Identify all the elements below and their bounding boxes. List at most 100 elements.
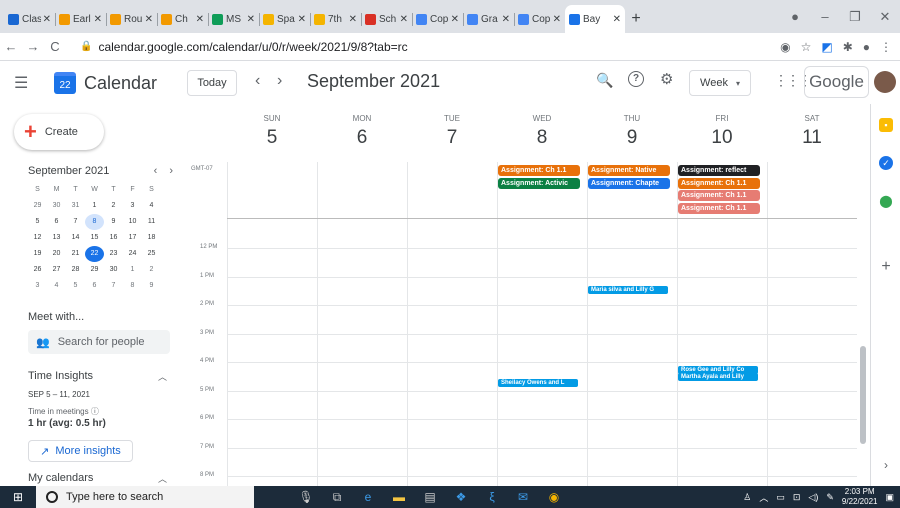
mini-day[interactable]: 18	[142, 230, 161, 246]
mini-day[interactable]: 1	[85, 198, 104, 214]
mini-day[interactable]: 23	[104, 246, 123, 262]
mini-day[interactable]: 19	[28, 246, 47, 262]
windows-start-icon[interactable]: ⊞	[0, 490, 36, 504]
mini-day[interactable]: 1	[123, 262, 142, 278]
mini-day[interactable]: 8	[123, 278, 142, 294]
next-week-icon[interactable]: ›	[277, 72, 282, 90]
tab-close-icon[interactable]: ✕	[94, 14, 102, 25]
tab-close-icon[interactable]: ✕	[553, 14, 561, 25]
mini-day[interactable]: 6	[47, 214, 66, 230]
close-window-button[interactable]: ✕	[870, 9, 900, 25]
mini-day[interactable]: 21	[66, 246, 85, 262]
expand-panel-icon[interactable]: ›	[879, 458, 893, 472]
mini-day[interactable]: 30	[104, 262, 123, 278]
calendar-event[interactable]: Assignment: Ch 1.1	[498, 165, 580, 176]
add-addon-icon[interactable]: +	[879, 259, 893, 275]
browser-tab[interactable]: 7th ✕	[310, 5, 361, 33]
browser-tab[interactable]: Cop ✕	[514, 5, 565, 33]
mini-day[interactable]: 28	[66, 262, 85, 278]
tab-close-icon[interactable]: ✕	[298, 14, 306, 25]
mini-day[interactable]: 5	[66, 278, 85, 294]
day-header[interactable]: THU 9	[587, 104, 677, 149]
vscode-icon[interactable]: ξ	[484, 490, 500, 504]
tab-close-icon[interactable]: ✕	[196, 14, 204, 25]
tab-close-icon[interactable]: ✕	[349, 14, 357, 25]
browser-tab[interactable]: Cop ✕	[412, 5, 463, 33]
tab-close-icon[interactable]: ✕	[451, 14, 459, 25]
url-field[interactable]: 🔒 calendar.google.com/calendar/u/0/r/wee…	[72, 36, 702, 58]
back-icon[interactable]: ←	[0, 39, 22, 54]
store-icon[interactable]: ▤	[422, 490, 438, 504]
mini-prev-icon[interactable]: ‹	[154, 165, 158, 177]
browser-tab[interactable]: Ch ✕	[157, 5, 208, 33]
microphone-icon[interactable]: 🎙	[298, 490, 314, 504]
mini-day[interactable]: 31	[66, 198, 85, 214]
day-number[interactable]: 7	[407, 127, 497, 149]
dropbox-icon[interactable]: ❖	[453, 490, 469, 504]
mini-day[interactable]: 29	[28, 198, 47, 214]
mini-day[interactable]: 30	[47, 198, 66, 214]
notifications-icon[interactable]: ▣	[885, 492, 894, 503]
browser-tab[interactable]: Spa ✕	[259, 5, 310, 33]
day-number[interactable]: 8	[497, 127, 587, 149]
mini-day[interactable]: 14	[66, 230, 85, 246]
day-number[interactable]: 5	[227, 127, 317, 149]
calendar-event[interactable]: Assignment: Native	[588, 165, 670, 176]
mini-day[interactable]: 20	[47, 246, 66, 262]
info-icon[interactable]: ⓘ	[91, 407, 99, 416]
mini-day[interactable]: 8	[85, 214, 104, 230]
tab-close-icon[interactable]: ✕	[613, 14, 621, 25]
mini-day[interactable]: 6	[85, 278, 104, 294]
calendar-event[interactable]: Assignment: Ch 1.1	[678, 202, 760, 214]
browser-tab[interactable]: Clas ✕	[4, 5, 55, 33]
day-header[interactable]: TUE 7	[407, 104, 497, 149]
people-tray-icon[interactable]: ♙	[743, 492, 751, 503]
pen-icon[interactable]: ✎	[826, 492, 834, 503]
tab-close-icon[interactable]: ✕	[502, 14, 510, 25]
bookmark-star-icon[interactable]: ☆	[801, 40, 812, 54]
tab-close-icon[interactable]: ✕	[247, 14, 255, 25]
mini-day[interactable]: 3	[28, 278, 47, 294]
help-icon[interactable]: ?	[628, 71, 644, 87]
previous-week-icon[interactable]: ‹	[255, 72, 260, 90]
main-menu-icon[interactable]: ☰	[14, 73, 40, 93]
tasks-icon[interactable]: ✓	[879, 156, 893, 170]
mini-day[interactable]: 22	[85, 246, 104, 262]
search-people-input[interactable]: 👥 Search for people	[28, 330, 170, 354]
tab-close-icon[interactable]: ✕	[400, 14, 408, 25]
volume-icon[interactable]: ◁)	[808, 492, 818, 503]
day-header[interactable]: MON 6	[317, 104, 407, 149]
mini-day[interactable]: 9	[104, 214, 123, 230]
search-icon[interactable]: 🔍	[596, 72, 613, 89]
day-header[interactable]: SUN 5	[227, 104, 317, 149]
task-view-icon[interactable]: ⧉	[329, 490, 345, 505]
google-account-label[interactable]: Google	[804, 66, 869, 98]
mini-day[interactable]: 4	[142, 198, 161, 214]
mini-day[interactable]: 7	[104, 278, 123, 294]
calendar-event[interactable]: Maria silva and Lilly G	[588, 286, 668, 295]
day-number[interactable]: 9	[587, 127, 677, 149]
mini-day[interactable]: 4	[47, 278, 66, 294]
calendar-event[interactable]: Sheilacy Owens and L	[498, 379, 578, 388]
cast-icon[interactable]: ◉	[780, 40, 790, 54]
mini-day[interactable]: 25	[142, 246, 161, 262]
view-selector[interactable]: Week ▾	[689, 70, 751, 96]
extension-icon[interactable]: ◩	[821, 40, 832, 54]
clock[interactable]: 2:03 PM 9/22/2021	[842, 487, 878, 507]
browser-tab[interactable]: Earl ✕	[55, 5, 106, 33]
taskbar-search-box[interactable]: Type here to search	[36, 486, 254, 508]
week-time-grid[interactable]: GMT-07 12 PM 1 PM 2 PM 3 PM 4 PM 5 PM 6 PM 7 PM…	[185, 162, 857, 486]
file-explorer-icon[interactable]: ▬	[391, 490, 407, 504]
minimize-button[interactable]: –	[810, 9, 840, 24]
time-insights-heading[interactable]: Time Insights	[28, 370, 93, 382]
maps-icon[interactable]: ⬤	[879, 194, 893, 208]
mini-day[interactable]: 26	[28, 262, 47, 278]
day-header[interactable]: FRI 10	[677, 104, 767, 149]
browser-tab[interactable]: Rou ✕	[106, 5, 157, 33]
mini-day[interactable]: 15	[85, 230, 104, 246]
day-header[interactable]: SAT 11	[767, 104, 857, 149]
create-button[interactable]: + Create	[14, 114, 104, 150]
profile-avatar-icon[interactable]: ●	[863, 40, 870, 54]
tab-close-icon[interactable]: ✕	[43, 14, 51, 25]
puzzle-icon[interactable]: ✱	[843, 40, 853, 54]
